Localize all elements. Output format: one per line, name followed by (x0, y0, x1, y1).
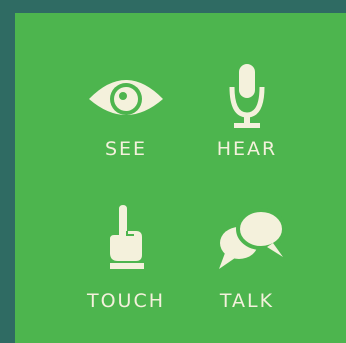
green-panel: SEE HEAR TOUCH TALK (15, 13, 346, 343)
pointing-hand-icon (66, 165, 186, 269)
tile-talk: TALK (187, 165, 307, 312)
hear-label: HEAR (216, 138, 278, 160)
tile-touch: TOUCH (66, 165, 186, 312)
speech-bubbles-icon (187, 165, 307, 269)
tile-see: SEE (66, 13, 186, 160)
touch-label: TOUCH (86, 290, 166, 312)
microphone-icon (187, 13, 307, 128)
tile-hear: HEAR (187, 13, 307, 160)
eye-icon (66, 13, 186, 115)
see-label: SEE (104, 138, 148, 160)
talk-label: TALK (219, 290, 275, 312)
